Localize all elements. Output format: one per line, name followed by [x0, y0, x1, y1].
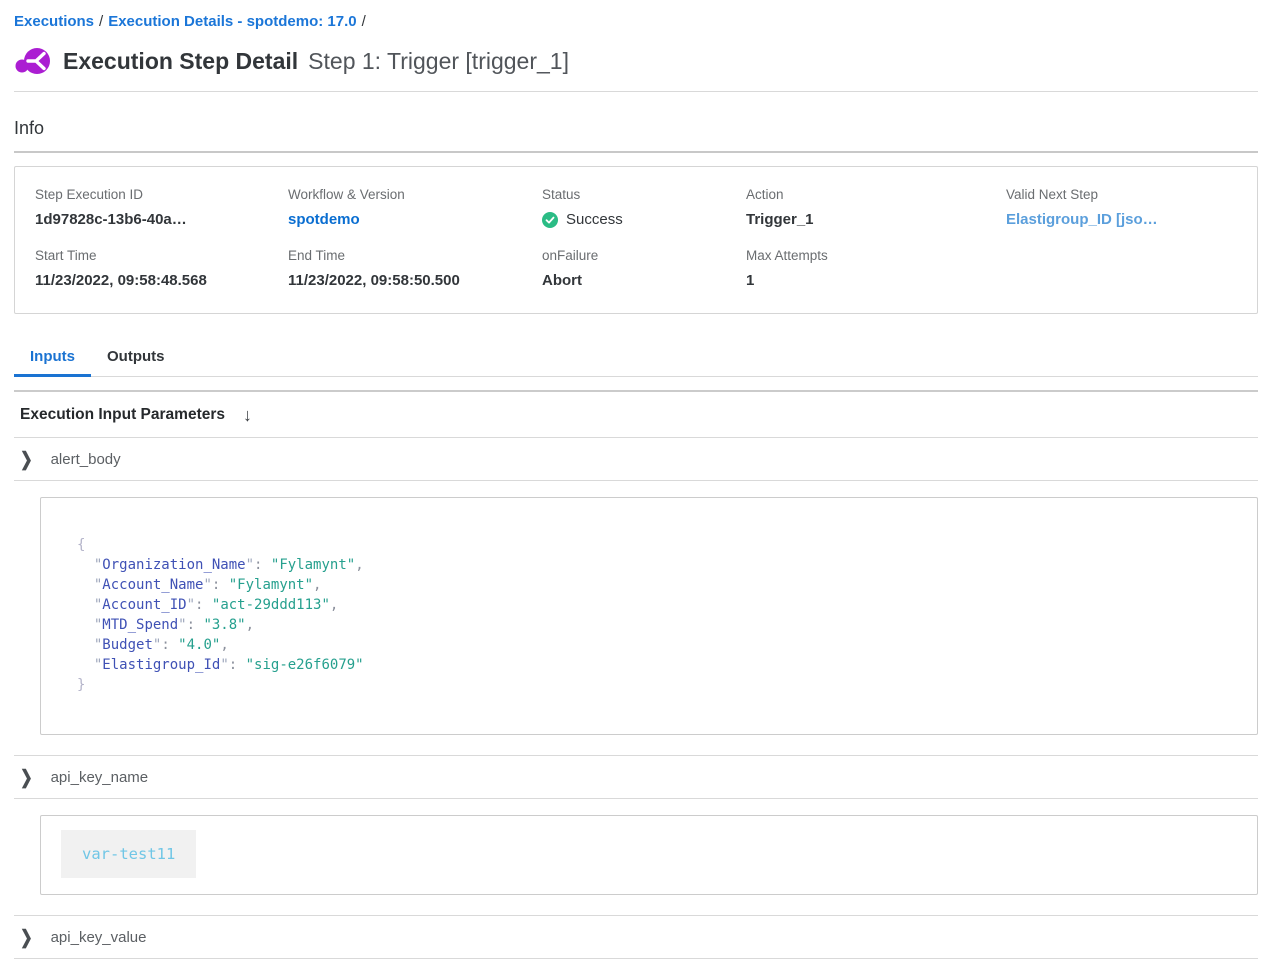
- field-label: Max Attempts: [746, 248, 1006, 263]
- field-value: Abort: [542, 272, 746, 289]
- field-label: Action: [746, 187, 1006, 202]
- chevron-right-icon: ❯: [20, 926, 33, 949]
- field-value: Trigger_1: [746, 211, 1006, 228]
- alert-body-json-box: { "Organization_Name": "Fylamynt", "Acco…: [40, 497, 1258, 735]
- field-label: Status: [542, 187, 746, 202]
- success-check-icon: [542, 212, 558, 228]
- tab-inputs[interactable]: Inputs: [14, 340, 91, 377]
- section-row-alert-body[interactable]: ❯ alert_body: [14, 438, 1258, 481]
- page: Executions/Execution Details - spotdemo:…: [0, 0, 1272, 959]
- section-label: alert_body: [51, 451, 121, 468]
- fylamynt-logo-icon: [14, 46, 51, 76]
- breadcrumb-link-execution-details[interactable]: Execution Details - spotdemo: 17.0: [108, 13, 356, 30]
- status-badge: Success: [542, 211, 746, 228]
- download-arrow-icon[interactable]: ↓: [243, 406, 252, 424]
- status-text: Success: [566, 211, 623, 228]
- field-action: Action Trigger_1: [746, 187, 1006, 228]
- tab-bar: Inputs Outputs: [14, 340, 1258, 377]
- breadcrumb: Executions/Execution Details - spotdemo:…: [14, 0, 1258, 30]
- page-title: Execution Step Detail: [63, 48, 298, 75]
- field-label: Valid Next Step: [1006, 187, 1237, 202]
- field-label: Workflow & Version: [288, 187, 542, 202]
- json-code-block: { "Organization_Name": "Fylamynt", "Acco…: [77, 535, 1237, 695]
- section-label: api_key_name: [51, 769, 149, 786]
- field-onfailure: onFailure Abort: [542, 248, 746, 289]
- section-row-api-key-value[interactable]: ❯ api_key_value: [14, 915, 1258, 959]
- info-grid: Step Execution ID 1d97828c-13b6-40a… Wor…: [35, 187, 1237, 289]
- field-start-time: Start Time 11/23/2022, 09:58:48.568: [35, 248, 288, 289]
- field-value: 1: [746, 272, 1006, 289]
- field-label: onFailure: [542, 248, 746, 263]
- field-workflow-version: Workflow & Version spotdemo: [288, 187, 542, 228]
- field-label: End Time: [288, 248, 542, 263]
- api-key-name-chip: var-test11: [61, 830, 196, 878]
- field-max-attempts: Max Attempts 1: [746, 248, 1006, 289]
- workflow-link[interactable]: spotdemo: [288, 211, 542, 228]
- field-label: Start Time: [35, 248, 288, 263]
- chevron-right-icon: ❯: [20, 448, 33, 471]
- section-row-api-key-name[interactable]: ❯ api_key_name: [14, 755, 1258, 799]
- field-value: 11/23/2022, 09:58:50.500: [288, 272, 542, 289]
- field-step-execution-id: Step Execution ID 1d97828c-13b6-40a…: [35, 187, 288, 228]
- field-end-time: End Time 11/23/2022, 09:58:50.500: [288, 248, 542, 289]
- info-section-title: Info: [14, 118, 1258, 153]
- params-title: Execution Input Parameters: [20, 406, 225, 424]
- info-card: Step Execution ID 1d97828c-13b6-40a… Wor…: [14, 166, 1258, 314]
- field-status: Status Success: [542, 187, 746, 228]
- breadcrumb-separator: /: [357, 13, 371, 30]
- field-valid-next-step: Valid Next Step Elastigroup_ID [jso…: [1006, 187, 1237, 228]
- valid-next-step-link[interactable]: Elastigroup_ID [jso…: [1006, 211, 1237, 228]
- field-empty: [1006, 248, 1237, 289]
- tab-outputs[interactable]: Outputs: [91, 340, 181, 376]
- field-label: Step Execution ID: [35, 187, 288, 202]
- page-header: Execution Step Detail Step 1: Trigger [t…: [14, 46, 1258, 92]
- field-value: 1d97828c-13b6-40a…: [35, 211, 288, 228]
- chevron-right-icon: ❯: [20, 766, 33, 789]
- breadcrumb-separator: /: [94, 13, 108, 30]
- field-value: 11/23/2022, 09:58:48.568: [35, 272, 288, 289]
- section-label: api_key_value: [51, 929, 147, 946]
- api-key-name-value-box: var-test11: [40, 815, 1258, 895]
- page-subtitle: Step 1: Trigger [trigger_1]: [308, 48, 569, 75]
- execution-input-parameters-header: Execution Input Parameters ↓: [14, 392, 1258, 438]
- breadcrumb-link-executions[interactable]: Executions: [14, 13, 94, 30]
